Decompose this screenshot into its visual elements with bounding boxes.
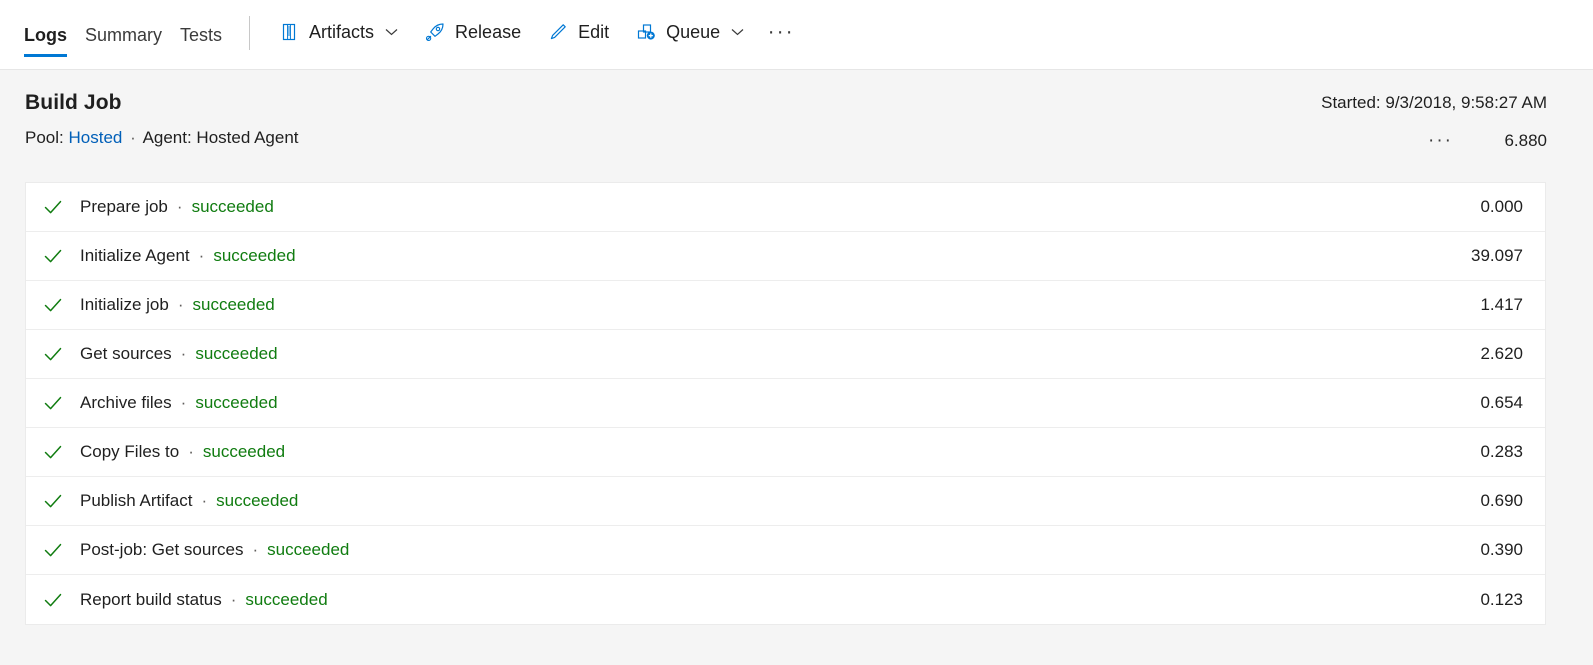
release-label: Release — [455, 21, 522, 42]
task-duration: 39.097 — [1471, 246, 1523, 265]
job-more-options-button[interactable]: ··· — [1420, 128, 1461, 154]
task-separator: · — [198, 246, 205, 265]
task-name: Prepare job — [80, 197, 168, 216]
subtitle-separator: · — [130, 128, 136, 147]
status-badge: succeeded — [195, 393, 278, 412]
tab-summary-label: Summary — [85, 24, 163, 45]
status-badge: succeeded — [195, 344, 278, 363]
task-row[interactable]: Publish Artifact · succeeded 0.690 — [26, 477, 1545, 526]
agent-label: Agent: Hosted Agent — [142, 128, 299, 147]
task-duration: 0.000 — [1480, 197, 1523, 216]
task-duration: 2.620 — [1480, 344, 1523, 363]
task-name: Publish Artifact — [80, 491, 193, 510]
task-duration: 0.123 — [1480, 589, 1523, 609]
task-list: Prepare job · succeeded 0.000 Initialize Age… — [25, 182, 1546, 625]
queue-button[interactable]: Queue — [625, 12, 754, 52]
task-name: Initialize Agent — [80, 246, 190, 265]
edit-button[interactable]: Edit — [537, 12, 619, 52]
check-success-icon — [26, 343, 80, 365]
task-name: Report build status — [80, 589, 222, 609]
status-badge: succeeded — [245, 589, 328, 609]
task-row[interactable]: Initialize Agent · succeeded 39.097 — [26, 232, 1545, 281]
edit-label: Edit — [578, 21, 610, 42]
tab-summary[interactable]: Summary — [76, 0, 171, 70]
task-row[interactable]: Copy Files to · succeeded 0.283 — [26, 428, 1545, 477]
task-name: Post-job: Get sources — [80, 540, 244, 559]
task-duration: 1.417 — [1480, 295, 1523, 314]
task-row[interactable]: Post-job: Get sources · succeeded 0.390 — [26, 526, 1545, 575]
status-badge: succeeded — [192, 295, 275, 314]
page-title: Build Job — [25, 91, 122, 114]
pool-label: Pool: — [25, 128, 64, 147]
task-duration: 0.690 — [1480, 491, 1523, 510]
queue-label: Queue — [666, 21, 721, 42]
check-success-icon — [26, 441, 80, 463]
task-duration: 0.390 — [1480, 540, 1523, 559]
tab-logs[interactable]: Logs — [24, 0, 76, 70]
task-separator: · — [180, 393, 187, 412]
check-success-icon — [26, 392, 80, 414]
pool-link[interactable]: Hosted — [68, 128, 122, 147]
command-bar: Artifacts Release Edit Queue ··· — [268, 4, 800, 60]
artifacts-button[interactable]: Artifacts — [268, 12, 408, 52]
task-separator: · — [180, 344, 187, 363]
tab-strip: Logs Summary Tests — [0, 0, 231, 70]
status-badge: succeeded — [202, 442, 286, 461]
release-button[interactable]: Release — [414, 12, 531, 52]
task-separator: · — [177, 295, 184, 314]
task-name: Archive files — [80, 393, 172, 412]
job-started-time: Started: 9/3/2018, 9:58:27 AM — [1321, 93, 1547, 112]
task-separator: · — [230, 589, 237, 609]
chevron-down-icon — [730, 27, 744, 37]
job-subtitle: Pool: Hosted · Agent: Hosted Agent — [25, 128, 299, 148]
status-badge: succeeded — [267, 540, 350, 559]
check-success-icon — [26, 196, 80, 218]
check-success-icon — [26, 245, 80, 267]
task-separator: · — [176, 197, 183, 216]
task-row[interactable]: Initialize job · succeeded 1.417 — [26, 281, 1545, 330]
task-name: Get sources — [80, 344, 172, 363]
check-success-icon — [26, 490, 80, 512]
toolbar-divider — [249, 16, 251, 50]
job-header: Build Job Pool: Hosted · Agent: Hosted A… — [0, 70, 1593, 182]
task-duration: 0.283 — [1480, 442, 1523, 461]
job-meta: ··· 6.880 — [1420, 128, 1547, 154]
queue-add-icon — [635, 21, 657, 43]
task-row[interactable]: Prepare job · succeeded 0.000 — [26, 183, 1545, 232]
tab-logs-label: Logs — [24, 24, 67, 45]
toolbar-overflow-label: ··· — [767, 20, 795, 43]
status-badge: succeeded — [216, 491, 299, 510]
task-separator: · — [252, 540, 259, 559]
task-row[interactable]: Report build status · succeeded 0.123 — [26, 575, 1545, 624]
status-badge: succeeded — [213, 246, 296, 265]
task-separator: · — [188, 442, 194, 461]
task-name: Copy Files to — [80, 442, 180, 461]
task-row[interactable]: Get sources · succeeded 2.620 — [26, 330, 1545, 379]
tab-tests-label: Tests — [180, 24, 223, 45]
task-row[interactable]: Archive files · succeeded 0.654 — [26, 379, 1545, 428]
tab-tests[interactable]: Tests — [171, 0, 231, 70]
pencil-icon — [547, 21, 569, 43]
artifacts-package-icon — [278, 21, 300, 43]
check-success-icon — [26, 539, 80, 561]
toolbar-overflow-button[interactable]: ··· — [762, 12, 800, 52]
task-name: Initialize job — [80, 295, 169, 314]
check-success-icon — [26, 294, 80, 316]
status-badge: succeeded — [191, 197, 274, 216]
rocket-icon — [424, 21, 446, 43]
top-toolbar: Logs Summary Tests Artifacts Release Edi… — [0, 0, 1593, 70]
job-total-duration: 6.880 — [1504, 131, 1547, 150]
artifacts-label: Artifacts — [309, 21, 375, 42]
check-success-icon — [26, 589, 80, 611]
task-duration: 0.654 — [1480, 393, 1523, 412]
chevron-down-icon — [384, 27, 398, 37]
task-separator: · — [201, 491, 208, 510]
